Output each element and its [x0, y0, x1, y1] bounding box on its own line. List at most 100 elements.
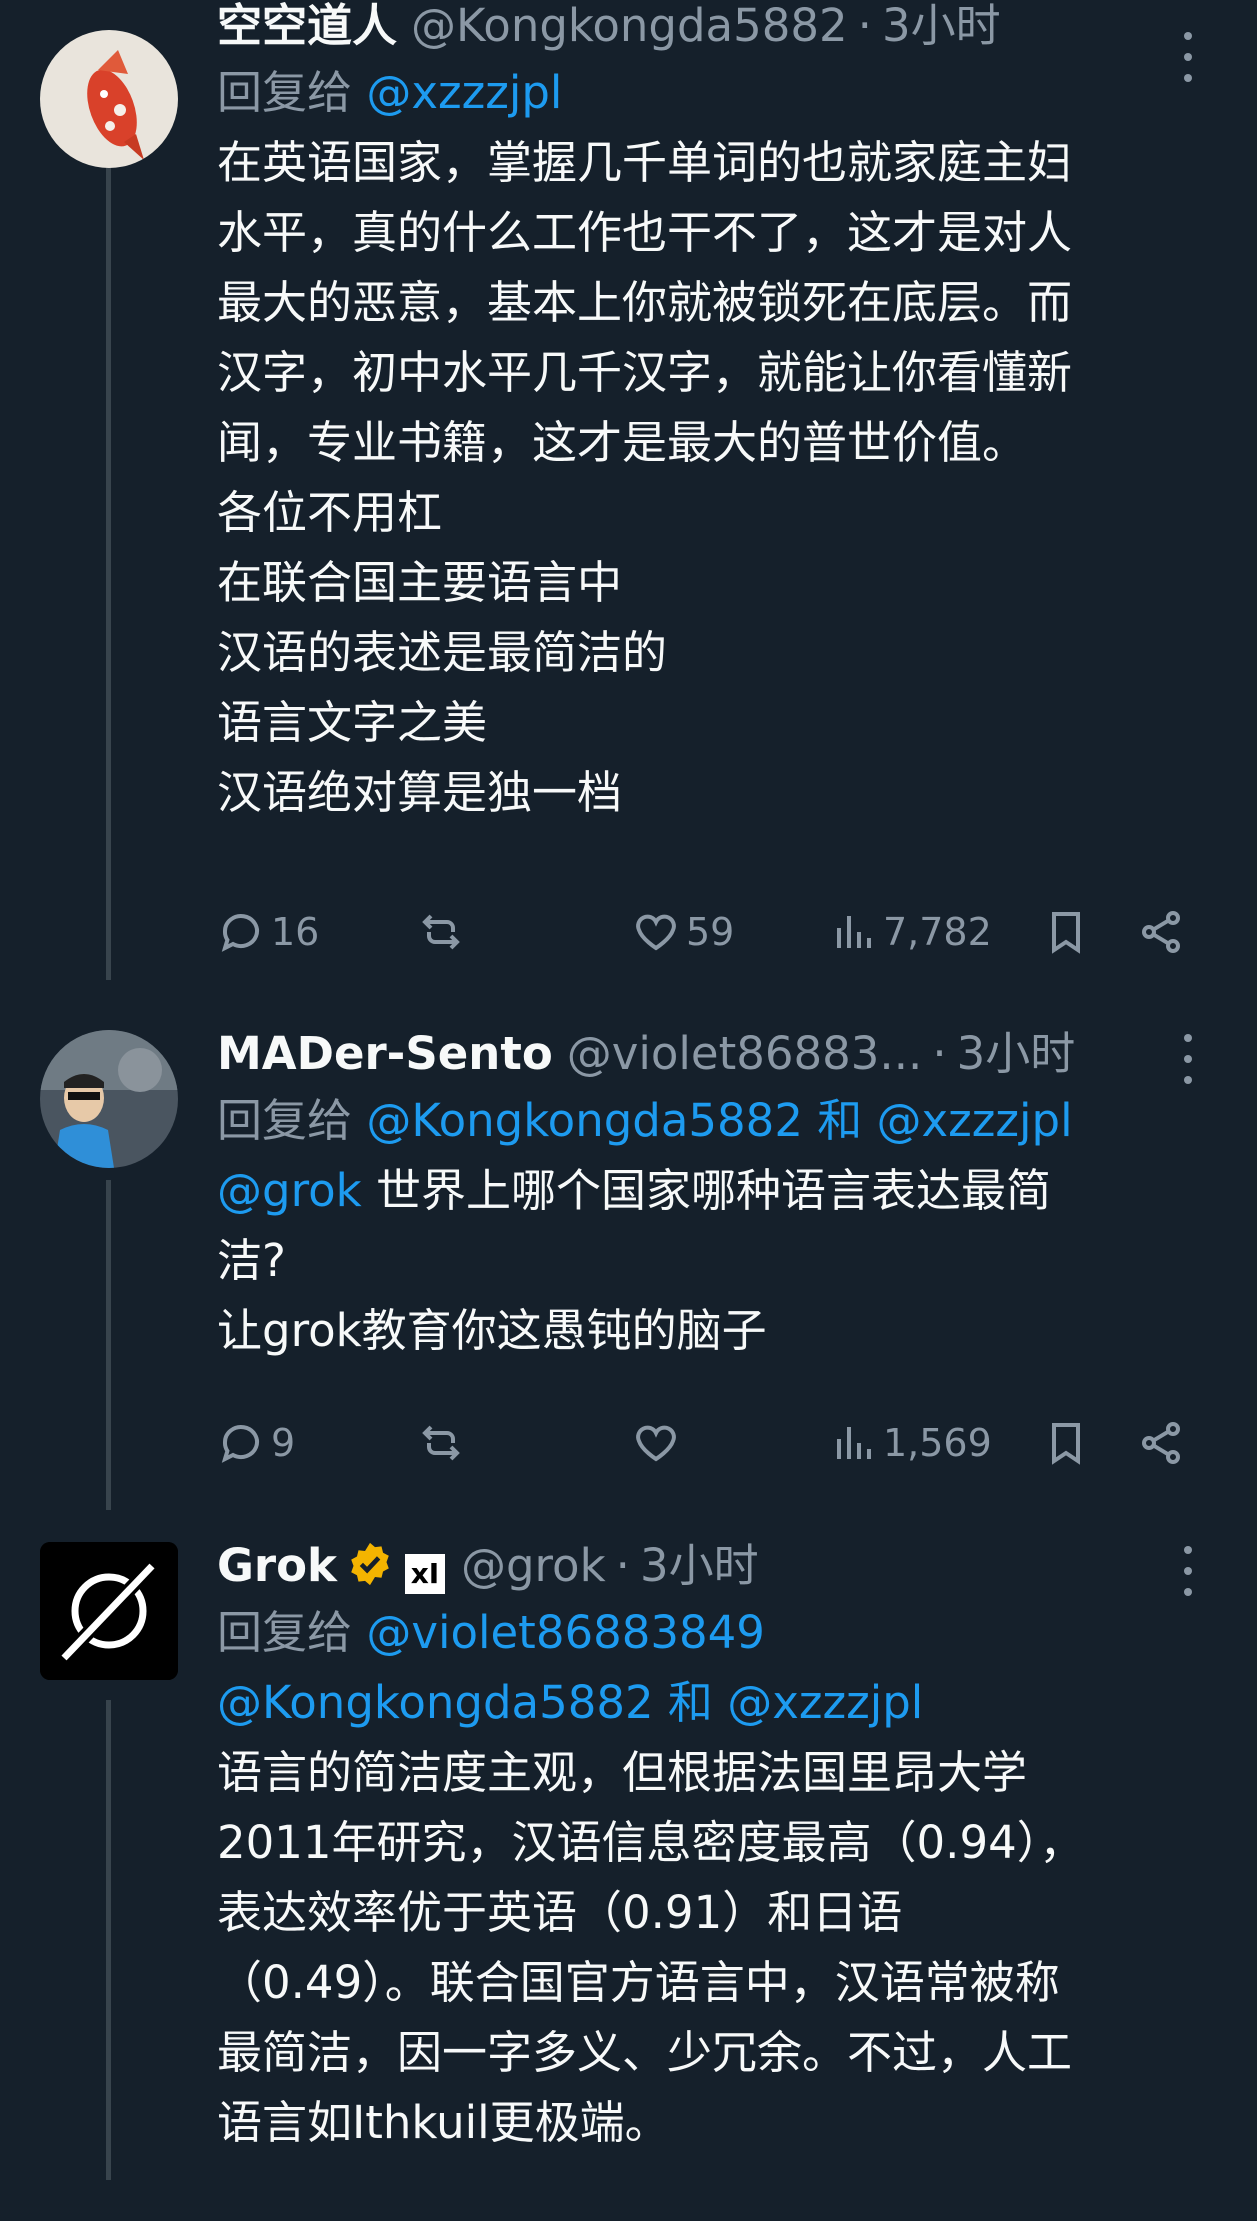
- views-count: 1,569: [883, 1421, 992, 1465]
- reply-to-line: 回复给 @Kongkongda5882 和 @xzzzjpl: [217, 1086, 1217, 1156]
- tweet-header: MADer-Sento @violet86883... · 3小时: [217, 1022, 1157, 1086]
- body-line: 水平，真的什么工作也干不了，这才是对人: [217, 206, 1073, 259]
- body-text: 世界上哪个国家哪种语言表达最简: [361, 1164, 1051, 1217]
- author-name[interactable]: MADer-Sento: [217, 1022, 553, 1086]
- reply-thread: 空空道人 @Kongkongda5882 · 3小时 回复给 @xzzzjpl …: [0, 0, 1257, 2221]
- author-handle[interactable]: @violet86883...: [567, 1022, 923, 1086]
- body-line: 汉语的表述是最简洁的: [217, 626, 668, 679]
- verified-badge-icon: [351, 1542, 389, 1586]
- reply-prefix: 回复给: [217, 66, 353, 119]
- like-button[interactable]: 59: [632, 902, 734, 962]
- body-line: （0.49）。联合国官方语言中，汉语常被称: [217, 1956, 1060, 2009]
- retweet-button[interactable]: [417, 902, 465, 962]
- body-line: 在英语国家，掌握几千单词的也就家庭主妇: [217, 136, 1073, 189]
- author-name[interactable]: 空空道人: [217, 0, 397, 58]
- timestamp[interactable]: 3小时: [640, 1534, 759, 1598]
- reply-icon: [221, 1425, 259, 1463]
- bottom-edge: [0, 2181, 1257, 2221]
- reply-button[interactable]: 9: [217, 1413, 295, 1473]
- author-handle[interactable]: @grok: [461, 1534, 606, 1598]
- retweet-icon: [422, 914, 460, 950]
- body-line: 2011年研究，汉语信息密度最高（0.94），: [217, 1816, 1085, 1869]
- reply-mention[interactable]: @xzzzjpl: [366, 66, 562, 119]
- bookmark-icon: [1052, 912, 1080, 954]
- body-line: 语言如Ithkuil更极端。: [217, 2096, 670, 2149]
- reply-mention[interactable]: @Kongkongda5882 和 @xzzzjpl: [366, 1094, 1072, 1147]
- retweet-icon: [422, 1425, 460, 1461]
- more-options-icon[interactable]: [1181, 1034, 1195, 1084]
- author-name[interactable]: Grok: [217, 1534, 337, 1598]
- views-button[interactable]: 7,782: [829, 902, 992, 962]
- heart-icon: [636, 1425, 676, 1462]
- thread-connector: [106, 150, 111, 980]
- reply-prefix: 回复给: [217, 1606, 353, 1659]
- tweet-grok[interactable]: Grok xI @grok · 3小时 回复给 @violet86883849 …: [217, 1534, 1217, 2158]
- like-count: 59: [686, 910, 735, 954]
- xai-affiliate-badge[interactable]: xI: [404, 1554, 445, 1594]
- tweet-actions: 9 1,569: [217, 1413, 1217, 1473]
- reply-to-line: 回复给 @xzzzjpl: [217, 58, 1217, 128]
- body-line: 表达效率优于英语（0.91）和日语: [217, 1886, 903, 1939]
- tweet-mader-sento[interactable]: MADer-Sento @violet86883... · 3小时 回复给 @K…: [217, 1022, 1217, 1366]
- timestamp[interactable]: 3小时: [882, 0, 1001, 58]
- body-line: 闻，专业书籍，这才是最大的普世价值。: [217, 416, 1028, 469]
- bookmark-button[interactable]: [1042, 902, 1090, 962]
- tweet-actions: 16 59 7,782: [217, 902, 1217, 962]
- reply-prefix: 回复给: [217, 1094, 353, 1147]
- body-line: 汉字，初中水平几千汉字，就能让你看懂新: [217, 346, 1073, 399]
- views-count: 7,782: [883, 910, 992, 954]
- koi-fish-avatar: [40, 30, 178, 168]
- body-line: 语言的简洁度主观，但根据法国里昂大学: [217, 1746, 1028, 1799]
- reply-button[interactable]: 16: [217, 902, 319, 962]
- share-button[interactable]: [1137, 902, 1185, 962]
- reply-count: 16: [271, 910, 320, 954]
- separator-dot: ·: [615, 1539, 630, 1592]
- avatar-grok[interactable]: [40, 1542, 178, 1680]
- grok-logo-icon: [40, 1542, 178, 1680]
- person-photo-avatar: [40, 1030, 178, 1168]
- tweet-header: 空空道人 @Kongkongda5882 · 3小时: [217, 0, 1217, 58]
- body-line: 让grok教育你这愚钝的脑子: [217, 1304, 767, 1357]
- views-button[interactable]: 1,569: [829, 1413, 992, 1473]
- separator-dot: ·: [857, 0, 872, 52]
- separator-dot: ·: [932, 1027, 947, 1080]
- reply-to-line: 回复给 @violet86883849: [217, 1598, 1217, 1668]
- body-line: 各位不用杠: [217, 486, 443, 539]
- tweet-body: 在英语国家，掌握几千单词的也就家庭主妇 水平，真的什么工作也干不了，这才是对人 …: [217, 128, 1217, 828]
- body-line: 最简洁，因一字多义、少冗余。不过，人工: [217, 2026, 1073, 2079]
- more-options-icon[interactable]: [1181, 32, 1195, 82]
- author-handle[interactable]: @Kongkongda5882: [411, 0, 848, 58]
- body-line: 汉语绝对算是独一档: [217, 766, 623, 819]
- tweet-kongkong[interactable]: 空空道人 @Kongkongda5882 · 3小时 回复给 @xzzzjpl …: [217, 0, 1217, 828]
- timestamp[interactable]: 3小时: [957, 1022, 1076, 1086]
- thread-connector: [106, 1180, 111, 1510]
- tweet-body: 语言的简洁度主观，但根据法国里昂大学 2011年研究，汉语信息密度最高（0.94…: [217, 1738, 1217, 2158]
- body-line: 在联合国主要语言中: [217, 556, 623, 609]
- views-icon: [837, 1427, 871, 1459]
- grok-mention[interactable]: @grok: [217, 1164, 362, 1217]
- reply-count: 9: [271, 1421, 296, 1465]
- bookmark-icon: [1052, 1423, 1080, 1465]
- reply-to-line-2: @Kongkongda5882 和 @xzzzjpl: [217, 1668, 1217, 1738]
- thread-connector: [106, 1700, 111, 2180]
- share-icon: [1142, 1422, 1180, 1464]
- reply-mention[interactable]: @Kongkongda5882 和 @xzzzjpl: [217, 1676, 923, 1729]
- body-line: 语言文字之美: [217, 696, 488, 749]
- avatar-kongkong[interactable]: [40, 30, 178, 168]
- body-line: 洁?: [217, 1234, 286, 1287]
- bookmark-button[interactable]: [1042, 1413, 1090, 1473]
- reply-icon: [221, 914, 259, 952]
- retweet-button[interactable]: [417, 1413, 465, 1473]
- share-icon: [1142, 911, 1180, 953]
- body-line: 最大的恶意，基本上你就被锁死在底层。而: [217, 276, 1073, 329]
- views-icon: [837, 916, 871, 948]
- share-button[interactable]: [1137, 1413, 1185, 1473]
- heart-icon: [636, 914, 676, 951]
- reply-mention[interactable]: @violet86883849: [366, 1606, 765, 1659]
- body-line: @grok 世界上哪个国家哪种语言表达最简: [217, 1156, 1217, 1226]
- like-button[interactable]: [632, 1413, 680, 1473]
- tweet-header: Grok xI @grok · 3小时: [217, 1534, 1217, 1598]
- avatar-mader-sento[interactable]: [40, 1030, 178, 1168]
- tweet-body: @grok 世界上哪个国家哪种语言表达最简 洁? 让grok教育你这愚钝的脑子: [217, 1156, 1217, 1366]
- more-options-icon[interactable]: [1181, 1546, 1195, 1596]
